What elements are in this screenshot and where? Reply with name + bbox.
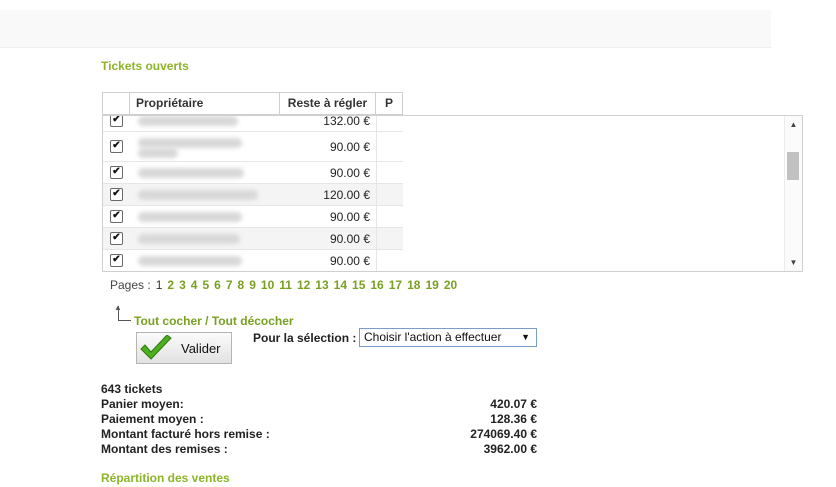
row-checkbox[interactable]: ✔ [110,232,123,245]
amount-cell: 90.00 € [329,209,370,224]
owner-name-redacted [130,162,280,183]
page-link[interactable]: 19 [425,278,438,292]
owner-name-redacted [130,250,280,271]
table-row[interactable]: ✔ 90.00 € [103,162,403,184]
uncheck-all-link[interactable]: Tout décocher [212,314,294,328]
owner-name-redacted [130,206,280,227]
page-link[interactable]: 9 [249,278,256,292]
page-link[interactable]: 11 [279,278,292,292]
selection-label: Pour la sélection : [253,331,357,345]
header-checkbox-col [103,93,130,114]
page-link[interactable]: 17 [389,278,402,292]
column-header-reste[interactable]: Reste à régler [280,93,376,114]
top-bar [0,10,771,48]
pagination-label: Pages : [110,278,151,292]
validate-label: Valider [181,340,221,356]
amount-cell: 90.00 € [329,231,370,246]
amount-cell: 90.00 € [329,139,370,154]
tickets-title: Tickets ouverts [101,59,189,73]
validate-button[interactable]: Valider [136,332,232,364]
owner-name-redacted [130,228,280,249]
check-all-link[interactable]: Tout cocher [134,314,202,328]
owner-name-redacted [130,132,280,161]
tickets-list[interactable]: ✔ 132.00 € ✔ 90.00 € ✔ 90.00 € ✔ 120.00 … [102,115,803,272]
column-header-proprietaire[interactable]: Propriétaire [130,93,280,114]
scroll-down-icon[interactable]: ▼ [785,258,802,267]
repartition-title: Répartition des ventes [101,471,230,485]
current-page: 1 [155,278,163,292]
vertical-scrollbar[interactable]: ▲ ▼ [784,116,802,271]
page-link[interactable]: 7 [226,278,233,292]
caret-down-icon: ▼ [521,332,530,342]
stat-label: Panier moyen: [101,397,184,411]
page-link[interactable]: 6 [214,278,221,292]
row-checkbox[interactable]: ✔ [110,166,123,179]
page-link[interactable]: 14 [334,278,347,292]
page-link[interactable]: 12 [297,278,310,292]
ticket-stats: 643 tickets Panier moyen: 420.07 € Paieme… [101,382,537,457]
page-link[interactable]: 3 [179,278,186,292]
scroll-up-icon[interactable]: ▲ [785,120,802,129]
stat-value: 3962.00 € [483,442,537,456]
stat-value: 420.07 € [490,397,537,411]
page-link[interactable]: 16 [370,278,383,292]
stat-value: 274069.40 € [470,427,537,441]
owner-name-redacted [130,116,280,131]
table-row[interactable]: ✔ 90.00 € [103,228,403,250]
page-link[interactable]: 2 [167,278,174,292]
page-link[interactable]: 13 [315,278,328,292]
amount-cell: 132.00 € [323,115,370,128]
ticket-count: 643 tickets [101,382,163,396]
action-select-value: Choisir l'action à effectuer [364,330,502,344]
table-row[interactable]: ✔ 90.00 € [103,250,403,271]
green-checkmark-icon [140,335,172,360]
owner-name-redacted [130,184,280,205]
amount-cell: 90.00 € [329,165,370,180]
row-checkbox[interactable]: ✔ [110,116,123,127]
link-separator: / [205,314,209,328]
pagination: Pages :1 2 3 4 5 6 7 8 9 10 11 12 13 14 15 16 17 18 19 20 [110,278,462,292]
table-row[interactable]: ✔ 90.00 € [103,132,403,162]
column-header-p[interactable]: P [376,93,402,114]
stat-label: Paiement moyen : [101,412,204,426]
row-checkbox[interactable]: ✔ [110,140,123,153]
page-link[interactable]: 5 [202,278,209,292]
table-row[interactable]: ✔ 132.00 € [103,115,403,132]
check-toggle-links: Tout cocher / Tout décocher [134,314,294,328]
row-checkbox[interactable]: ✔ [110,188,123,201]
stat-label: Montant facturé hors remise : [101,427,270,441]
page-link[interactable]: 4 [191,278,198,292]
table-row[interactable]: ✔ 90.00 € [103,206,403,228]
amount-cell: 120.00 € [323,187,370,202]
page-link[interactable]: 20 [444,278,457,292]
amount-cell: 90.00 € [329,253,370,268]
page-link[interactable]: 8 [238,278,245,292]
stat-value: 128.36 € [490,412,537,426]
page-link[interactable]: 15 [352,278,365,292]
scrollbar-thumb[interactable] [787,152,799,180]
action-select[interactable]: Choisir l'action à effectuer ▼ [359,328,537,347]
stat-label: Montant des remises : [101,442,228,456]
page-link[interactable]: 18 [407,278,420,292]
table-header: Propriétaire Reste à régler P [102,92,403,115]
table-row[interactable]: ✔ 120.00 € [103,184,403,206]
page-link[interactable]: 10 [261,278,274,292]
row-checkbox[interactable]: ✔ [110,210,123,223]
row-checkbox[interactable]: ✔ [110,254,123,267]
arrow-up-icon: ▲ [114,303,122,312]
